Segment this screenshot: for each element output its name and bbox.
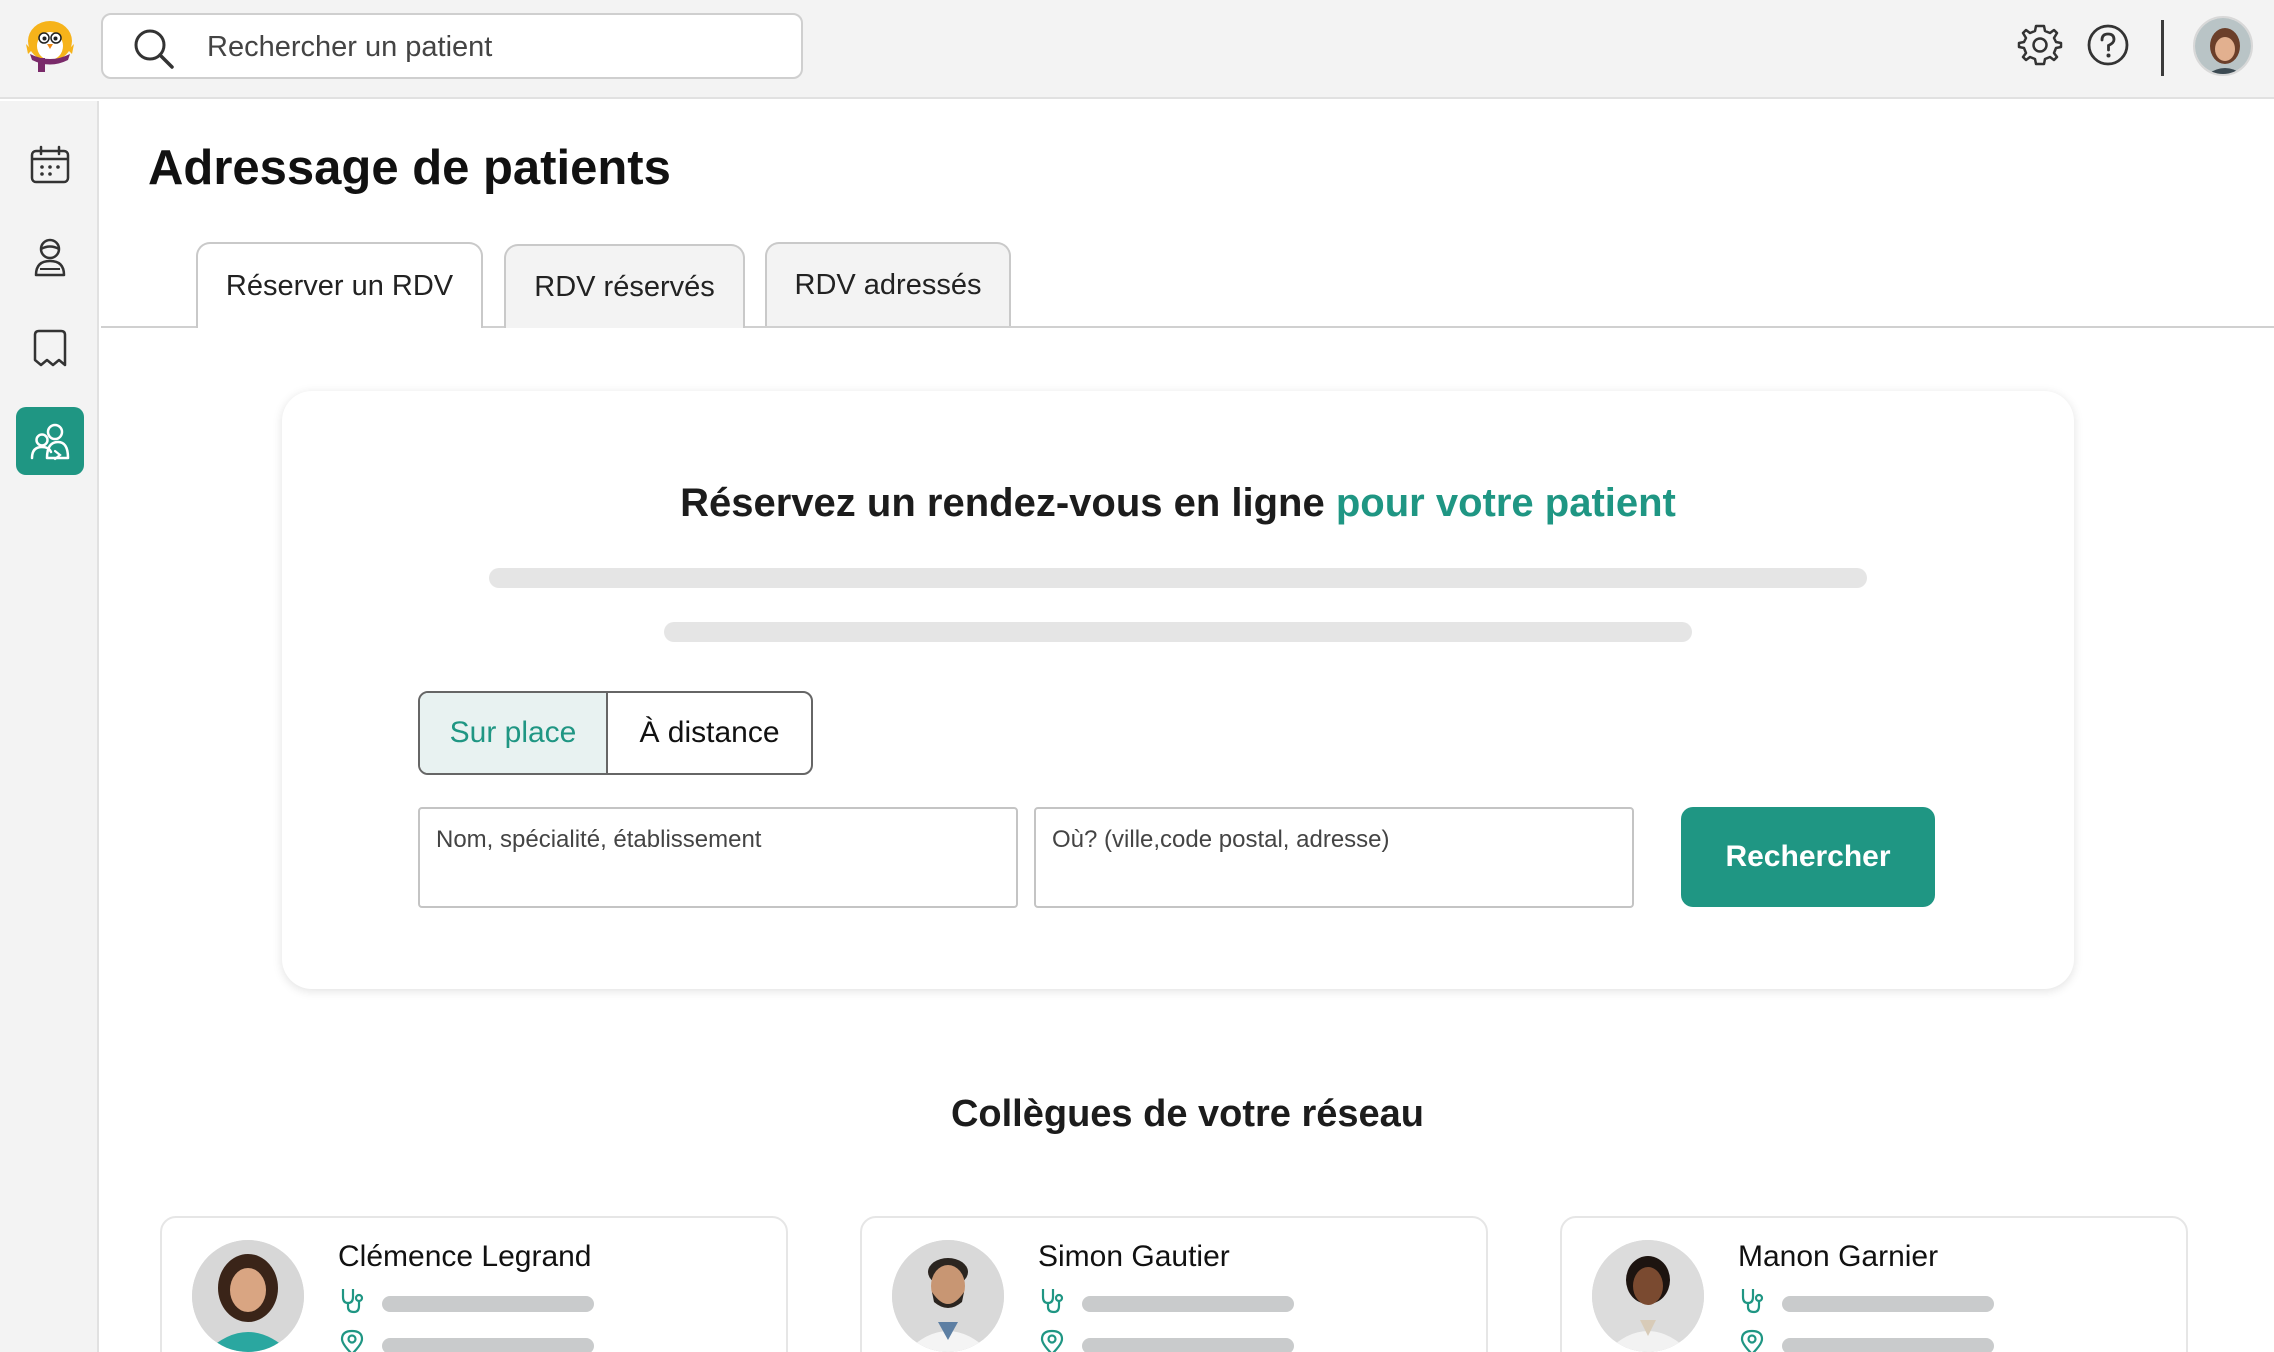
colleague-card[interactable]: Clémence Legrand <box>160 1216 788 1352</box>
booking-heading-accent: pour votre patient <box>1335 481 1676 525</box>
stethoscope-icon <box>341 1289 364 1314</box>
calendar-icon <box>30 145 70 184</box>
skeleton-line <box>382 1296 594 1312</box>
network-section-title: Collègues de votre réseau <box>950 1093 1425 1135</box>
location-input[interactable] <box>1052 823 1612 857</box>
skeleton-line <box>1082 1338 1294 1352</box>
sidebar-item-patients[interactable] <box>16 223 84 291</box>
sidebar-item-calendar[interactable] <box>16 131 84 199</box>
patient-search-box[interactable] <box>101 13 803 79</box>
colleague-avatar <box>892 1240 1004 1352</box>
location-pin-icon <box>1040 1329 1064 1352</box>
top-bar <box>0 0 2274 99</box>
booking-heading: Réservez un rendez-vous en ligne pour vo… <box>282 481 2074 526</box>
skeleton-line <box>382 1338 594 1352</box>
colleague-name: Clémence Legrand <box>338 1240 592 1273</box>
sidebar-item-messages[interactable] <box>16 315 84 383</box>
location-pin-icon <box>340 1329 364 1352</box>
skeleton-line <box>1782 1338 1994 1352</box>
colleague-avatar <box>1592 1240 1704 1352</box>
location-field[interactable] <box>1034 807 1634 908</box>
booking-heading-text: Réservez un rendez-vous en ligne <box>680 481 1336 525</box>
toolbar-divider <box>2161 20 2164 76</box>
location-pin-icon <box>1740 1329 1764 1352</box>
colleague-name: Simon Gautier <box>1038 1240 1230 1273</box>
help-icon[interactable] <box>2085 22 2131 68</box>
colleague-avatar <box>192 1240 304 1352</box>
search-button[interactable]: Rechercher <box>1681 807 1935 907</box>
page-title: Adressage de patients <box>148 141 671 195</box>
name-specialty-input[interactable] <box>436 823 996 857</box>
mode-option-a-distance[interactable]: À distance <box>608 693 811 773</box>
colleague-card[interactable]: Manon Garnier <box>1560 1216 2188 1352</box>
colleague-name: Manon Garnier <box>1738 1240 1939 1273</box>
skeleton-line <box>489 568 1867 588</box>
search-icon <box>134 29 174 69</box>
skeleton-line <box>664 622 1692 642</box>
stethoscope-icon <box>1741 1289 1764 1314</box>
settings-icon[interactable] <box>2017 22 2063 68</box>
sidebar-item-referral[interactable] <box>16 407 84 475</box>
tab-rdv-reserves[interactable]: RDV réservés <box>504 244 745 328</box>
mode-option-sur-place[interactable]: Sur place <box>420 693 608 773</box>
app-logo-icon[interactable] <box>18 14 82 78</box>
tab-reserver-rdv[interactable]: Réserver un RDV <box>196 242 483 328</box>
colleague-card[interactable]: Simon Gautier <box>860 1216 1488 1352</box>
tab-rdv-adresses[interactable]: RDV adressés <box>765 242 1011 326</box>
name-specialty-field[interactable] <box>418 807 1018 908</box>
skeleton-line <box>1782 1296 1994 1312</box>
skeleton-line <box>1082 1296 1294 1312</box>
messages-icon <box>33 329 67 367</box>
consultation-mode-toggle: Sur place À distance <box>418 691 813 775</box>
patient-search-input[interactable] <box>207 25 787 69</box>
stethoscope-icon <box>1041 1289 1064 1314</box>
patient-icon <box>34 238 66 277</box>
booking-card: Réservez un rendez-vous en ligne pour vo… <box>282 391 2074 989</box>
sidebar-nav <box>0 101 99 1352</box>
referral-icon <box>30 423 70 461</box>
user-avatar[interactable] <box>2193 16 2253 76</box>
